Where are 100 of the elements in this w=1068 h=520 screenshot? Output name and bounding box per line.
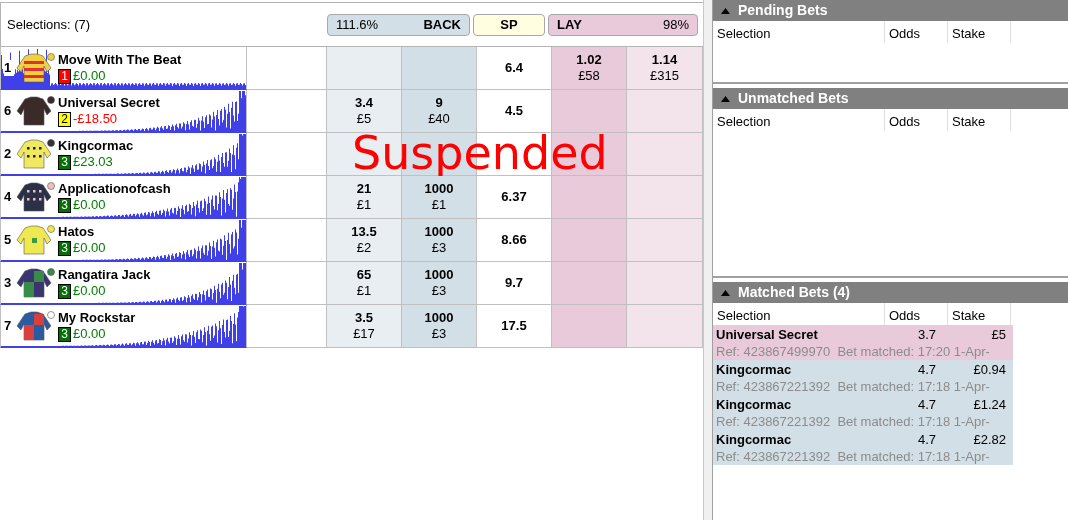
profit-loss: £0.00	[73, 240, 106, 255]
column-header: Stake	[948, 21, 1011, 43]
panel-title: Matched Bets (4)	[738, 283, 851, 302]
back-amount: £40	[428, 111, 450, 127]
back-price-cell[interactable]: 3.4 £5	[327, 90, 402, 133]
profit-loss: £0.00	[73, 283, 106, 298]
bet-reference: Ref: 423867221392 Bet matched: 17:18 1-Apr-	[716, 378, 991, 395]
jockey-silks-icon	[15, 224, 55, 256]
back-header[interactable]: 111.6% BACK	[327, 13, 470, 36]
rank-badge: 3	[58, 284, 71, 299]
back-price-cell[interactable]: 21 £1	[327, 176, 402, 219]
lay-price-cell[interactable]	[552, 305, 627, 348]
bet-odds: 3.7	[916, 326, 936, 343]
sp-price-cell[interactable]: 8.66	[477, 219, 552, 262]
lay-price-cell[interactable]: 1.02 £58	[552, 47, 627, 90]
lay-price-cell[interactable]	[627, 305, 703, 348]
sp-odds: 6.37	[501, 189, 527, 205]
back-odds: 9	[435, 95, 443, 111]
back-price-cell[interactable]: 1000 £3	[402, 262, 477, 305]
bet-selection: Kingcormac	[716, 361, 793, 378]
back-amount: £5	[356, 111, 372, 127]
sp-price-cell[interactable]: 6.4	[477, 47, 552, 90]
back-odds: 65	[356, 267, 372, 283]
back-odds: 1000	[424, 267, 454, 283]
lay-price-cell[interactable]	[552, 176, 627, 219]
runner-name: Move With The Beat	[58, 51, 182, 68]
collapse-icon[interactable]	[721, 95, 730, 102]
lay-header[interactable]: LAY 98%	[548, 13, 698, 36]
rank-badge: 3	[58, 327, 71, 342]
back-price-cell[interactable]	[402, 47, 477, 90]
lay-price-cell[interactable]	[627, 90, 703, 133]
profit-loss: £0.00	[73, 197, 106, 212]
back-price-cell[interactable]: 1000 £1	[402, 176, 477, 219]
sp-odds: 17.5	[501, 318, 527, 334]
back-price-cell[interactable]: 1000 £3	[402, 305, 477, 348]
lay-price-cell[interactable]	[552, 219, 627, 262]
lay-price-cell[interactable]	[627, 262, 703, 305]
sp-odds: 4.5	[504, 103, 524, 119]
column-header: Selection	[713, 21, 885, 43]
bet-odds: 4.7	[916, 396, 936, 413]
back-amount: £3	[431, 240, 447, 256]
back-amount: £1	[356, 283, 372, 299]
back-odds: 3.4	[354, 95, 374, 111]
back-amount: £2	[356, 240, 372, 256]
jockey-silks-icon	[15, 181, 55, 213]
lay-price-cell[interactable]	[627, 176, 703, 219]
back-price-cell[interactable]: 13.5 £2	[327, 219, 402, 262]
sp-odds: 8.66	[501, 232, 527, 248]
lay-label: LAY	[557, 15, 582, 34]
sp-header[interactable]: SP	[473, 13, 545, 36]
jockey-silks-icon	[15, 138, 55, 170]
collapse-icon[interactable]	[721, 289, 730, 296]
bet-selection: Universal Secret	[716, 326, 819, 343]
runner-name: Hatos	[58, 223, 96, 240]
profit-loss: £23.03	[73, 154, 113, 169]
back-odds: 13.5	[351, 224, 377, 240]
bet-reference: Ref: 423867221392 Bet matched: 17:18 1-Apr-	[716, 448, 991, 465]
splitter-bar[interactable]	[703, 0, 713, 520]
bet-stake: £2.82	[972, 431, 1006, 448]
jockey-silks-icon	[15, 52, 55, 84]
rank-badge: 3	[58, 198, 71, 213]
jockey-silks-icon	[15, 95, 55, 127]
sp-price-cell[interactable]: 4.5	[477, 90, 552, 133]
collapse-icon[interactable]	[721, 7, 730, 14]
back-amount: £17	[353, 326, 375, 342]
bet-stake: £1.24	[972, 396, 1006, 413]
bet-selection: Kingcormac	[716, 431, 793, 448]
back-label: BACK	[423, 15, 461, 34]
back-price-cell[interactable]	[327, 47, 402, 90]
jockey-silks-icon	[15, 267, 55, 299]
sp-price-cell[interactable]: 9.7	[477, 262, 552, 305]
lay-odds: 1.02	[576, 52, 602, 68]
column-header: Odds	[885, 109, 948, 131]
lay-price-cell[interactable]	[552, 262, 627, 305]
sp-price-cell[interactable]: 17.5	[477, 305, 552, 348]
back-percent: 111.6%	[336, 15, 379, 34]
lay-price-cell[interactable]	[627, 219, 703, 262]
back-price-cell[interactable]: 3.5 £17	[327, 305, 402, 348]
profit-loss: -£18.50	[73, 111, 118, 126]
column-header: Stake	[948, 109, 1011, 131]
runner-name: Universal Secret	[58, 94, 160, 111]
sp-odds: 6.4	[504, 60, 524, 76]
bet-selection: Kingcormac	[716, 396, 793, 413]
back-price-cell[interactable]: 1000 £3	[402, 219, 477, 262]
bet-reference: Ref: 423867221392 Bet matched: 17:18 1-Apr-	[716, 413, 991, 430]
profit-loss: £0.00	[73, 68, 106, 83]
lay-price-cell[interactable]: 1.14 £315	[627, 47, 703, 90]
selections-count: Selections: (7)	[6, 15, 92, 34]
back-odds: 3.5	[354, 310, 374, 326]
lay-price-cell[interactable]	[552, 90, 627, 133]
rank-badge: 2	[58, 112, 71, 127]
sp-price-cell[interactable]: 6.37	[477, 176, 552, 219]
rank-badge: 1	[58, 69, 71, 84]
back-price-cell[interactable]: 9 £40	[402, 90, 477, 133]
back-amount: £1	[431, 197, 447, 213]
column-header: Selection	[713, 109, 885, 131]
back-price-cell[interactable]: 65 £1	[327, 262, 402, 305]
back-odds: 1000	[424, 310, 454, 326]
jockey-silks-icon	[15, 310, 55, 342]
panel-title: Pending Bets	[738, 1, 828, 20]
